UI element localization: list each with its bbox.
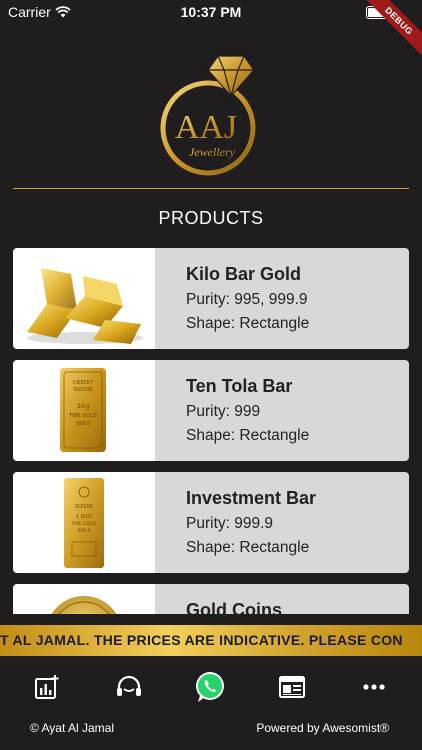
page-title: PRODUCTS (158, 208, 264, 228)
product-name: Investment Bar (186, 488, 317, 508)
product-image (13, 584, 155, 614)
gold-bars-image (27, 268, 143, 344)
copyright-text: © Ayat Al Jamal (30, 721, 114, 735)
price-disclaimer-ticker: T AL JAMAL. THE PRICES ARE INDICATIVE. P… (0, 625, 422, 656)
svg-text:20g: 20g (77, 402, 89, 410)
product-image (13, 248, 155, 349)
product-shape: Shape: Rectangle (186, 539, 310, 556)
debug-label: DEBUG (361, 0, 422, 59)
chart-icon (35, 675, 59, 699)
product-card-kilo-bar[interactable]: Kilo Bar Gold Purity: 995, 999.9 Shape: … (13, 248, 409, 349)
footer: © Ayat Al Jamal Powered by Awesomist® (0, 716, 422, 750)
product-name: Gold Coins (186, 600, 282, 614)
bottom-navigation (0, 656, 422, 716)
product-purity: Purity: 999 (186, 403, 261, 420)
news-icon (279, 676, 305, 698)
svg-text:FINE GOLD: FINE GOLD (69, 413, 96, 419)
product-info: Kilo Bar Gold Purity: 995, 999.9 Shape: … (186, 264, 309, 339)
svg-text:SUISSE: SUISSE (73, 387, 93, 393)
more-icon (363, 684, 385, 690)
ten-tola-bar-image: CREDIT SUISSE 20g FINE GOLD 999.9 (60, 368, 106, 452)
product-shape: Shape: Rectangle (186, 427, 310, 444)
svg-text:999.9: 999.9 (78, 528, 91, 534)
aaj-logo: AAJ Jewellery (160, 55, 256, 176)
headset-icon (117, 675, 141, 696)
header-divider (13, 188, 409, 189)
svg-text:FINE GOLD: FINE GOLD (72, 521, 97, 527)
svg-text:CREDIT: CREDIT (73, 380, 94, 386)
product-purity: Purity: 995, 999.9 (186, 291, 308, 308)
product-name: Ten Tola Bar (186, 376, 293, 396)
nav-rates-button[interactable] (30, 670, 64, 704)
whatsapp-icon (196, 672, 224, 702)
nav-support-button[interactable] (112, 670, 146, 704)
product-info: Ten Tola Bar Purity: 999 Shape: Rectangl… (186, 376, 309, 451)
product-card-investment-bar[interactable]: SUISSE 1 KILO FINE GOLD 999.9 Investment… (13, 472, 409, 573)
nav-news-button[interactable] (275, 670, 309, 704)
svg-text:999.9: 999.9 (76, 421, 90, 427)
product-name: Kilo Bar Gold (186, 264, 302, 284)
investment-bar-image: SUISSE 1 KILO FINE GOLD 999.9 (64, 478, 104, 568)
product-image: SUISSE 1 KILO FINE GOLD 999.9 (13, 472, 155, 573)
svg-text:1 KILO: 1 KILO (76, 514, 92, 520)
product-list[interactable]: Kilo Bar Gold Purity: 995, 999.9 Shape: … (13, 248, 409, 614)
product-image: CREDIT SUISSE 20g FINE GOLD 999.9 (13, 360, 155, 461)
product-card-gold-coins[interactable]: Gold Coins (13, 584, 409, 614)
nav-more-button[interactable] (357, 670, 391, 704)
ticker-text: T AL JAMAL. THE PRICES ARE INDICATIVE. P… (0, 632, 403, 648)
gold-coin-image (51, 596, 117, 614)
product-shape: Shape: Rectangle (186, 315, 310, 332)
svg-text:Jewellery: Jewellery (189, 145, 236, 159)
product-info: Gold Coins (186, 600, 282, 614)
product-card-ten-tola-bar[interactable]: CREDIT SUISSE 20g FINE GOLD 999.9 Ten To… (13, 360, 409, 461)
svg-text:AAJ: AAJ (175, 109, 237, 146)
svg-text:SUISSE: SUISSE (75, 504, 93, 510)
debug-banner: DEBUG (358, 0, 422, 64)
powered-by-link[interactable]: Powered by Awesomist® (256, 721, 389, 735)
product-info: Investment Bar Purity: 999.9 Shape: Rect… (186, 488, 316, 563)
nav-whatsapp-button[interactable] (193, 670, 227, 704)
product-purity: Purity: 999.9 (186, 515, 274, 532)
